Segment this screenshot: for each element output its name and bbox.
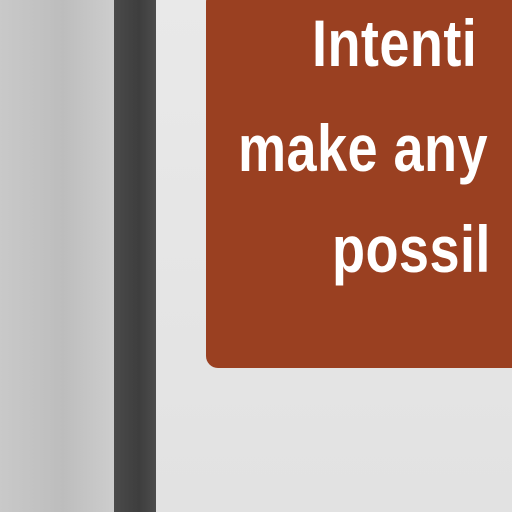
message-sign: Intenti make any possil <box>206 0 512 368</box>
sign-line-3: possil <box>332 212 491 286</box>
left-panel <box>0 0 114 512</box>
divider-bar <box>114 0 156 512</box>
sign-text: Intenti make any possil <box>206 0 512 368</box>
screen: Intenti make any possil <box>0 0 512 512</box>
sign-line-1: Intenti <box>312 6 478 80</box>
sign-line-2: make any <box>238 111 488 185</box>
